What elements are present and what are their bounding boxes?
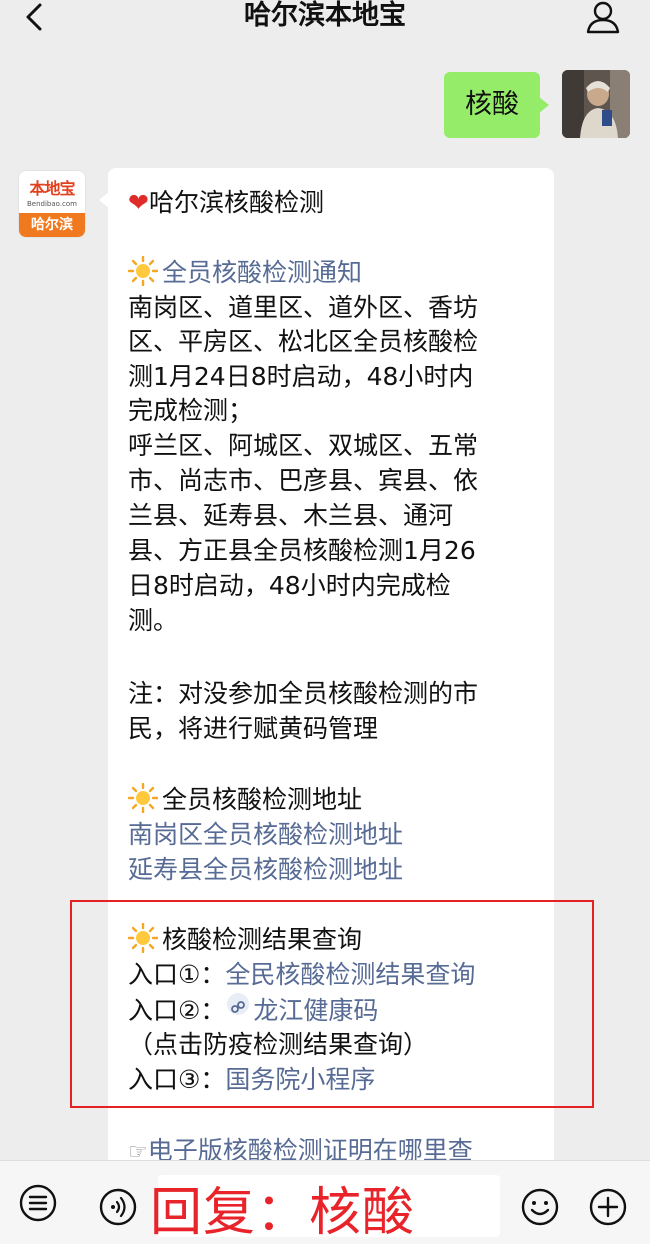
reply-instruction-overlay: 回复：核酸 bbox=[150, 1183, 416, 1243]
notice-text-line: 测1月24日8时启动，48小时内 bbox=[128, 362, 474, 391]
chat-title: 哈尔滨本地宝 bbox=[244, 0, 406, 31]
notice-text-line: 日8时启动，48小时内完成检 bbox=[128, 571, 451, 600]
profile-icon[interactable] bbox=[584, 0, 622, 34]
note-text-line: 注：对没参加全员核酸检测的市 bbox=[128, 679, 479, 708]
notice-text-line: 测。 bbox=[128, 606, 179, 635]
address-heading-text: 全员核酸检测地址 bbox=[162, 785, 363, 814]
emoji-icon[interactable] bbox=[520, 1187, 560, 1227]
entry-3-line: 入口③：国务院小程序 bbox=[128, 1063, 375, 1097]
notice-text-line: 呼兰区、阿城区、双城区、五常 bbox=[128, 431, 479, 460]
sun-icon bbox=[128, 256, 158, 286]
entry-2-link[interactable]: 龙江健康码 bbox=[253, 996, 378, 1025]
entry-2-note: （点击防疫检测结果查询） bbox=[128, 1030, 429, 1059]
address-link-yanshou[interactable]: 延寿县全员核酸检测地址 bbox=[128, 853, 403, 887]
note-text-line: 民，将进行赋黄码管理 bbox=[128, 714, 379, 743]
menu-icon[interactable] bbox=[18, 1183, 58, 1223]
user-avatar[interactable] bbox=[562, 70, 630, 138]
notice-text-line: 市、尚志市、巴彦县、宾县、依 bbox=[128, 466, 479, 495]
add-icon[interactable] bbox=[588, 1187, 628, 1227]
entry-3-link[interactable]: 国务院小程序 bbox=[225, 1065, 375, 1094]
sun-icon bbox=[128, 783, 158, 813]
entry-2-line: 入口②： 龙江健康码 bbox=[128, 993, 378, 1028]
account-logo-text: 本地宝 bbox=[29, 179, 75, 198]
account-logo-url: Bendibao.com bbox=[26, 200, 77, 208]
notice-link[interactable]: 全员核酸检测通知 bbox=[162, 258, 362, 287]
notice-text-line: 南岗区、道里区、道外区、香坊 bbox=[128, 293, 479, 322]
result-heading-text: 核酸检测结果查询 bbox=[162, 925, 363, 954]
section-result-heading: 核酸检测结果查询 bbox=[128, 923, 362, 957]
address-link-nangang[interactable]: 南岗区全员核酸检测地址 bbox=[128, 818, 403, 852]
account-avatar[interactable]: 本地宝 Bendibao.com 哈尔滨 bbox=[18, 170, 86, 238]
message-title-line: ❤哈尔滨核酸检测 bbox=[128, 186, 324, 220]
chat-header: 哈尔滨本地宝 bbox=[0, 0, 650, 38]
account-logo-city: 哈尔滨 bbox=[19, 213, 85, 237]
section-address-heading: 全员核酸检测地址 bbox=[128, 783, 362, 817]
notice-text-line: 完成检测； bbox=[128, 396, 254, 425]
entry-1-prefix: 入口①： bbox=[128, 960, 226, 989]
message-title: 哈尔滨核酸检测 bbox=[148, 188, 324, 217]
voice-icon[interactable] bbox=[98, 1187, 138, 1227]
entry-3-prefix: 入口③： bbox=[128, 1065, 226, 1094]
sun-icon bbox=[128, 923, 158, 953]
user-avatar-photo bbox=[562, 70, 630, 138]
outgoing-message-text: 核酸 bbox=[465, 89, 519, 120]
notice-text-line: 县、方正县全员核酸检测1月26 bbox=[128, 536, 476, 565]
entry-1-link[interactable]: 全民核酸检测结果查询 bbox=[225, 960, 475, 989]
section-notice-heading: 全员核酸检测通知 bbox=[128, 256, 362, 290]
notice-text-line: 兰县、延寿县、木兰县、通河 bbox=[128, 501, 454, 530]
heart-icon: ❤ bbox=[128, 188, 149, 217]
entry-2-prefix: 入口②： bbox=[128, 996, 226, 1025]
entry-1-line: 入口①：全民核酸检测结果查询 bbox=[128, 958, 475, 992]
outgoing-message-bubble[interactable]: 核酸 bbox=[444, 72, 549, 138]
notice-text-line: 区、平房区、松北区全员核酸检 bbox=[128, 327, 479, 356]
mini-program-icon bbox=[227, 993, 250, 1015]
